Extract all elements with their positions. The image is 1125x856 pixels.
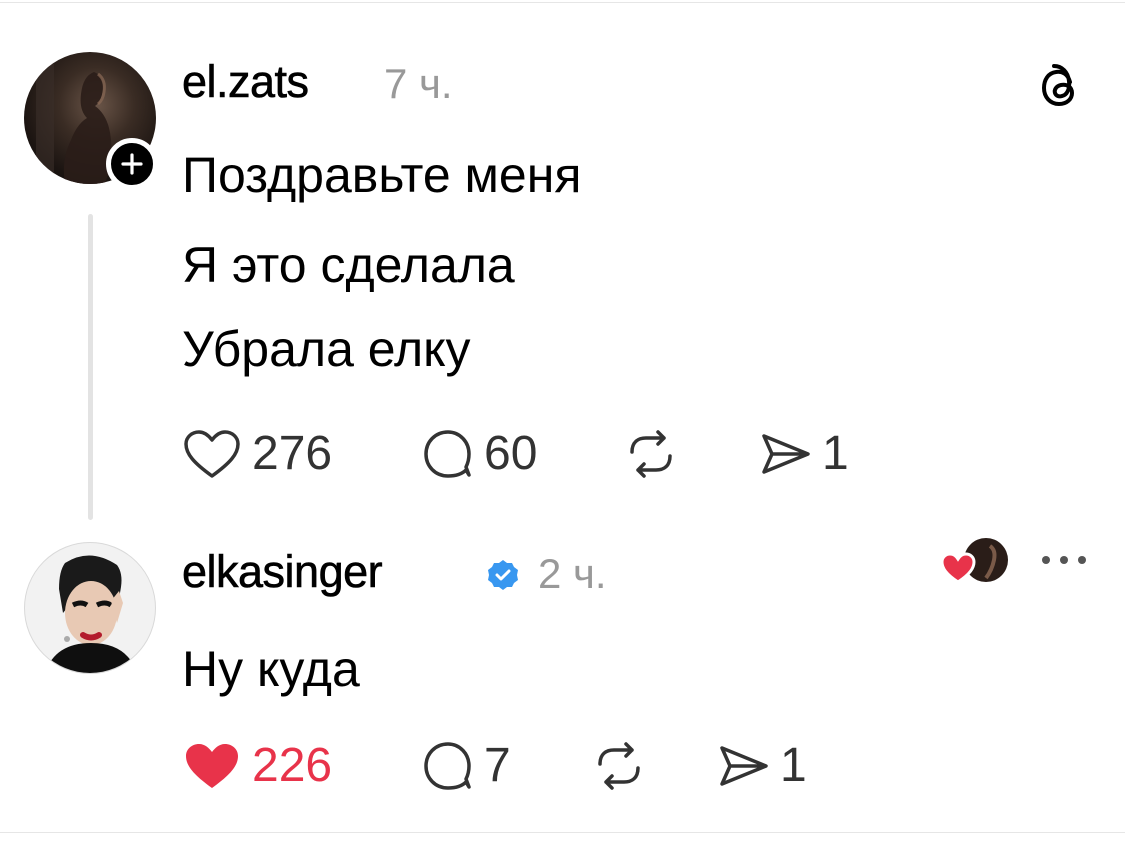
heart-filled-icon	[186, 744, 238, 788]
reply-reply-count: 7	[484, 739, 511, 792]
reply-like-button[interactable]: 226	[182, 740, 332, 792]
reply-like-count: 226	[252, 739, 333, 792]
post-share-count: 1	[822, 427, 849, 480]
post-username[interactable]: el.zats	[182, 56, 310, 108]
reply-timestamp: 2 ч.	[538, 550, 607, 597]
heart-outline-icon	[184, 430, 240, 478]
verified-badge-icon	[488, 560, 518, 590]
post-share-button[interactable]: 1	[758, 428, 849, 480]
post-like-button[interactable]: 276	[182, 428, 332, 480]
repost-icon	[598, 742, 640, 790]
reply-share-button[interactable]: 1	[716, 740, 807, 792]
avatar-photo	[45, 555, 137, 673]
comment-icon	[424, 430, 471, 478]
reply-username[interactable]: elkasinger	[182, 546, 383, 598]
post-reply-count: 60	[484, 427, 538, 480]
follow-button[interactable]	[106, 138, 158, 190]
threads-logo-icon[interactable]	[1037, 62, 1083, 112]
post-text-line-2: Я это сделала	[182, 237, 515, 293]
post-reply-button[interactable]: 60	[420, 428, 537, 480]
post-timestamp: 7 ч.	[384, 60, 453, 107]
post-text-line-1: Поздравьте меня	[182, 147, 582, 203]
reply-text: Ну куда	[182, 641, 360, 697]
comment-icon	[424, 742, 471, 790]
follow-plus-icon	[121, 153, 143, 175]
bottom-divider	[0, 832, 1125, 833]
post-like-count: 276	[252, 427, 333, 480]
reply-reply-button[interactable]: 7	[420, 740, 511, 792]
avatar-elkasinger[interactable]	[24, 542, 156, 674]
send-icon	[720, 746, 768, 786]
post-text-line-3: Убрала елку	[182, 321, 471, 377]
repost-icon	[630, 430, 672, 478]
top-divider	[0, 2, 1125, 3]
send-icon	[762, 434, 810, 474]
threads-post-view: el.zats 7 ч. Поздравьте меня Я это сдела…	[0, 0, 1125, 856]
reply-share-count: 1	[780, 739, 807, 792]
author-liked-indicator	[940, 538, 1008, 584]
reply-repost-button[interactable]	[592, 740, 656, 792]
thread-connector-line	[88, 214, 93, 520]
more-icon[interactable]	[1040, 554, 1088, 566]
post-repost-button[interactable]	[624, 428, 688, 480]
